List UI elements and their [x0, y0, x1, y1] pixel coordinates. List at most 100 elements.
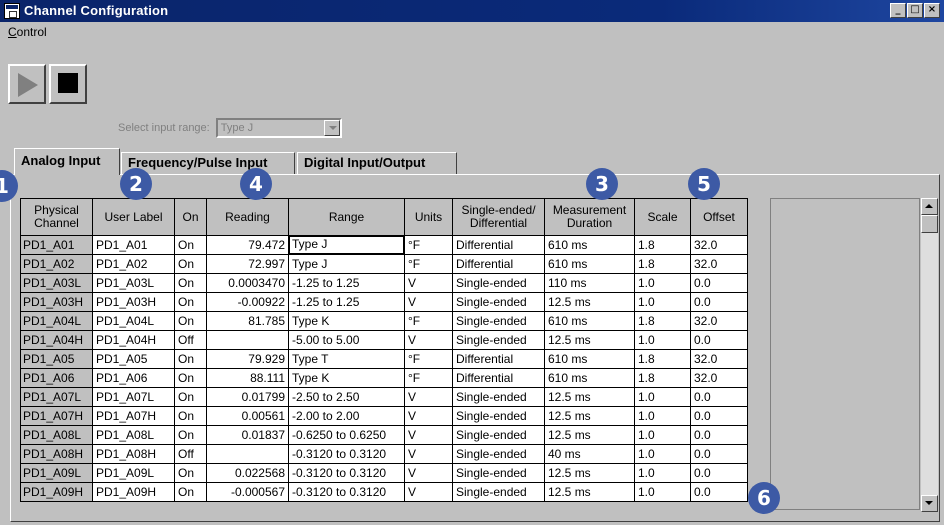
cell-units[interactable]: V	[404, 292, 453, 312]
cell-range[interactable]: -2.00 to 2.00	[288, 406, 405, 426]
cell-on[interactable]: On	[174, 482, 207, 502]
chevron-down-icon[interactable]	[323, 120, 340, 136]
cell-units[interactable]: °F	[404, 349, 453, 369]
cell-mode[interactable]: Differential	[452, 349, 545, 369]
cell-scale[interactable]: 1.0	[634, 292, 691, 312]
cell-user-label[interactable]: PD1_A06	[92, 368, 175, 388]
cell-on[interactable]: On	[174, 273, 207, 293]
menu-control[interactable]: Control	[8, 25, 47, 39]
cell-scale[interactable]: 1.0	[634, 482, 691, 502]
cell-user-label[interactable]: PD1_A09H	[92, 482, 175, 502]
cell-user-label[interactable]: PD1_A02	[92, 254, 175, 274]
cell-scale[interactable]: 1.8	[634, 349, 691, 369]
cell-range[interactable]: -0.3120 to 0.3120	[288, 463, 405, 483]
cell-physical-channel[interactable]: PD1_A06	[20, 368, 93, 388]
cell-mode[interactable]: Single-ended	[452, 273, 545, 293]
cell-units[interactable]: V	[404, 425, 453, 445]
cell-units[interactable]: V	[404, 406, 453, 426]
stop-button[interactable]	[49, 64, 87, 104]
col-header-on[interactable]: On	[174, 198, 207, 236]
cell-duration[interactable]: 12.5 ms	[544, 387, 635, 407]
cell-scale[interactable]: 1.0	[634, 444, 691, 464]
cell-on[interactable]: On	[174, 235, 207, 255]
cell-offset[interactable]: 0.0	[690, 387, 748, 407]
cell-duration[interactable]: 12.5 ms	[544, 330, 635, 350]
cell-physical-channel[interactable]: PD1_A04L	[20, 311, 93, 331]
cell-units[interactable]: V	[404, 482, 453, 502]
cell-physical-channel[interactable]: PD1_A01	[20, 235, 93, 255]
cell-scale[interactable]: 1.0	[634, 387, 691, 407]
cell-mode[interactable]: Single-ended	[452, 425, 545, 445]
cell-user-label[interactable]: PD1_A04H	[92, 330, 175, 350]
cell-offset[interactable]: 32.0	[690, 254, 748, 274]
run-button[interactable]	[8, 64, 46, 104]
cell-offset[interactable]: 32.0	[690, 311, 748, 331]
cell-mode[interactable]: Differential	[452, 368, 545, 388]
cell-offset[interactable]: 0.0	[690, 425, 748, 445]
cell-on[interactable]: On	[174, 254, 207, 274]
cell-user-label[interactable]: PD1_A05	[92, 349, 175, 369]
cell-duration[interactable]: 12.5 ms	[544, 425, 635, 445]
cell-offset[interactable]: 0.0	[690, 463, 748, 483]
cell-offset[interactable]: 32.0	[690, 368, 748, 388]
cell-units[interactable]: °F	[404, 311, 453, 331]
cell-physical-channel[interactable]: PD1_A05	[20, 349, 93, 369]
cell-scale[interactable]: 1.8	[634, 235, 691, 255]
cell-units[interactable]: V	[404, 330, 453, 350]
cell-duration[interactable]: 610 ms	[544, 368, 635, 388]
cell-duration[interactable]: 12.5 ms	[544, 463, 635, 483]
close-button[interactable]: ×	[924, 3, 940, 18]
col-header-offset[interactable]: Offset	[690, 198, 748, 236]
cell-scale[interactable]: 1.0	[634, 273, 691, 293]
table-row[interactable]: PD1_A04L PD1_A04L On 81.785 Type K °F Single-e…	[20, 311, 748, 331]
table-row[interactable]: PD1_A04H PD1_A04H Off -5.00 to 5.00 V Single-…	[20, 330, 748, 350]
scroll-up-button[interactable]	[921, 198, 938, 215]
cell-range[interactable]: -1.25 to 1.25	[288, 292, 405, 312]
cell-range[interactable]: Type K	[288, 311, 405, 331]
cell-duration[interactable]: 610 ms	[544, 311, 635, 331]
col-header-reading[interactable]: Reading	[206, 198, 289, 236]
cell-duration[interactable]: 610 ms	[544, 349, 635, 369]
cell-duration[interactable]: 610 ms	[544, 235, 635, 255]
cell-on[interactable]: On	[174, 292, 207, 312]
cell-mode[interactable]: Single-ended	[452, 406, 545, 426]
table-row[interactable]: PD1_A09L PD1_A09L On 0.022568 -0.3120 to 0.3…	[20, 463, 748, 483]
cell-on[interactable]: On	[174, 406, 207, 426]
cell-offset[interactable]: 0.0	[690, 273, 748, 293]
cell-mode[interactable]: Single-ended	[452, 482, 545, 502]
table-row[interactable]: PD1_A03H PD1_A03H On -0.00922 -1.25 to 1.25 V…	[20, 292, 748, 312]
cell-offset[interactable]: 0.0	[690, 292, 748, 312]
cell-physical-channel[interactable]: PD1_A07L	[20, 387, 93, 407]
cell-physical-channel[interactable]: PD1_A08H	[20, 444, 93, 464]
cell-duration[interactable]: 12.5 ms	[544, 292, 635, 312]
cell-mode[interactable]: Single-ended	[452, 292, 545, 312]
cell-physical-channel[interactable]: PD1_A03H	[20, 292, 93, 312]
cell-physical-channel[interactable]: PD1_A04H	[20, 330, 93, 350]
col-header-units[interactable]: Units	[404, 198, 453, 236]
cell-offset[interactable]: 0.0	[690, 330, 748, 350]
cell-on[interactable]: On	[174, 463, 207, 483]
cell-range[interactable]: -1.25 to 1.25	[288, 273, 405, 293]
cell-physical-channel[interactable]: PD1_A03L	[20, 273, 93, 293]
cell-duration[interactable]: 12.5 ms	[544, 482, 635, 502]
cell-scale[interactable]: 1.8	[634, 254, 691, 274]
vertical-scrollbar[interactable]	[921, 198, 938, 512]
cell-range[interactable]: -0.6250 to 0.6250	[288, 425, 405, 445]
maximize-button[interactable]: □	[907, 3, 923, 18]
cell-scale[interactable]: 1.8	[634, 311, 691, 331]
table-row[interactable]: PD1_A02 PD1_A02 On 72.997 Type J °F Differenti…	[20, 254, 748, 274]
cell-scale[interactable]: 1.0	[634, 425, 691, 445]
table-row[interactable]: PD1_A03L PD1_A03L On 0.0003470 -1.25 to 1.25…	[20, 273, 748, 293]
scroll-down-button[interactable]	[921, 495, 938, 512]
cell-user-label[interactable]: PD1_A07H	[92, 406, 175, 426]
cell-user-label[interactable]: PD1_A07L	[92, 387, 175, 407]
col-header-physical-channel[interactable]: Physical Channel	[20, 198, 93, 236]
cell-mode[interactable]: Differential	[452, 254, 545, 274]
col-header-measurement-duration[interactable]: Measurement Duration	[544, 198, 635, 236]
cell-scale[interactable]: 1.0	[634, 406, 691, 426]
cell-units[interactable]: V	[404, 387, 453, 407]
cell-user-label[interactable]: PD1_A01	[92, 235, 175, 255]
cell-on[interactable]: On	[174, 425, 207, 445]
cell-user-label[interactable]: PD1_A03L	[92, 273, 175, 293]
cell-on[interactable]: On	[174, 311, 207, 331]
